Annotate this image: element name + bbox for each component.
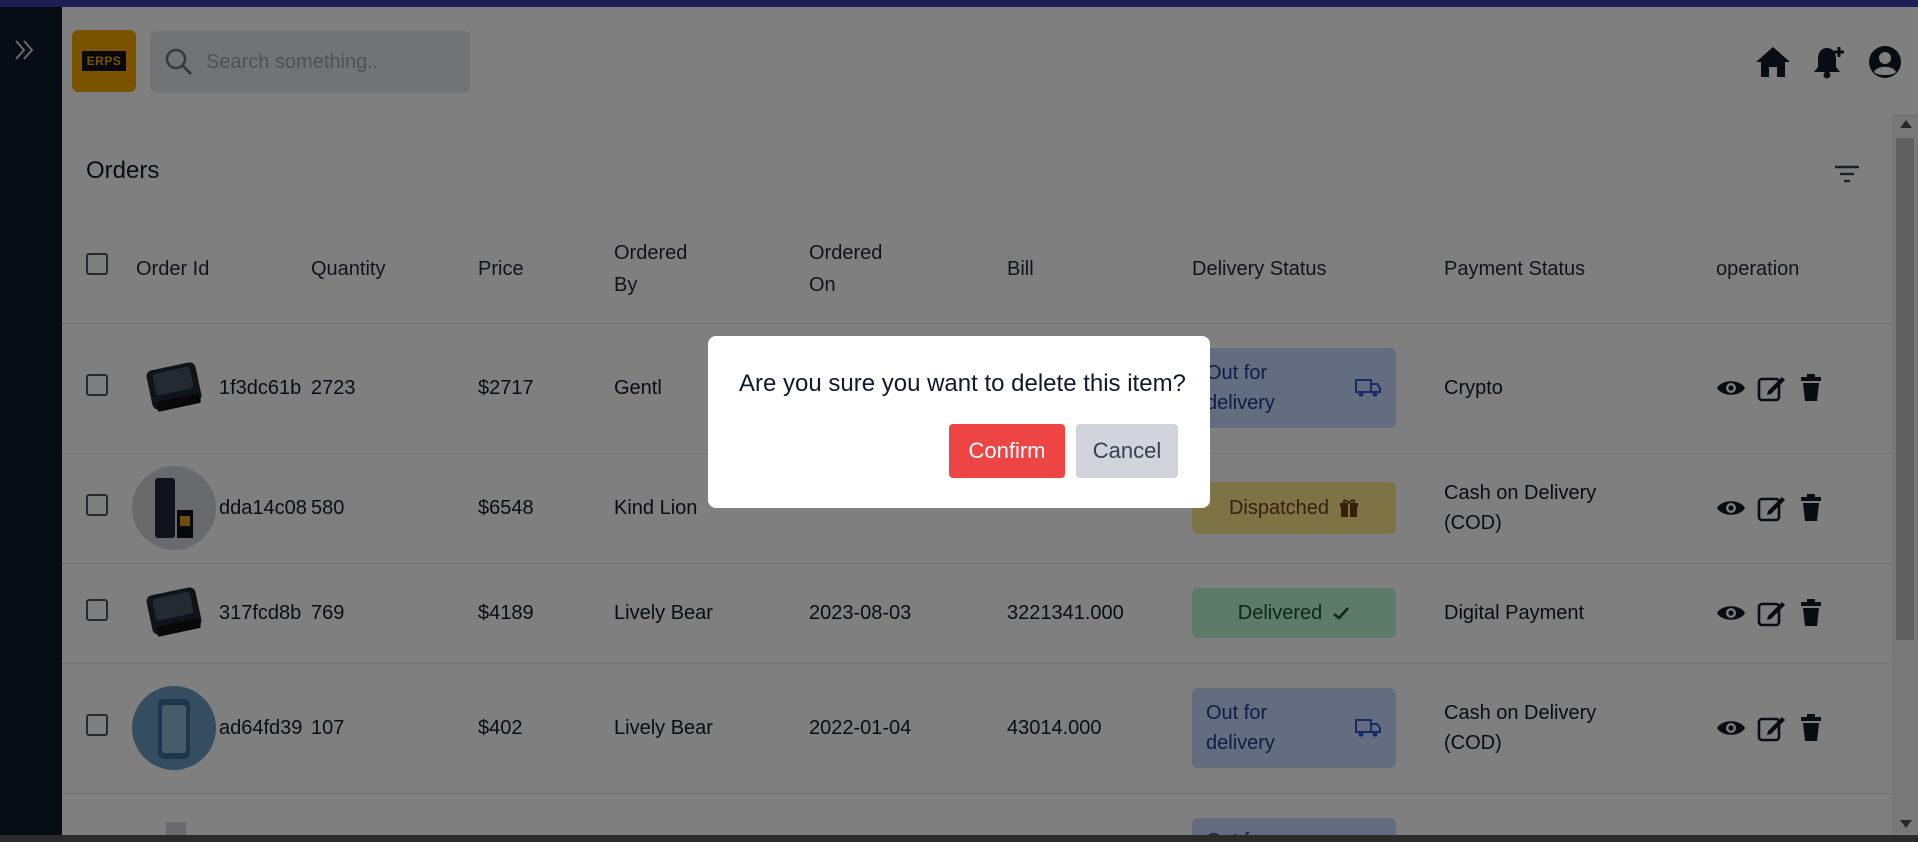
cancel-button[interactable]: Cancel (1076, 424, 1178, 478)
delete-confirm-dialog: Are you sure you want to delete this ite… (708, 336, 1210, 508)
window-bottom-edge (0, 835, 1918, 842)
confirm-button[interactable]: Confirm (949, 424, 1065, 478)
dialog-message: Are you sure you want to delete this ite… (739, 370, 1186, 397)
